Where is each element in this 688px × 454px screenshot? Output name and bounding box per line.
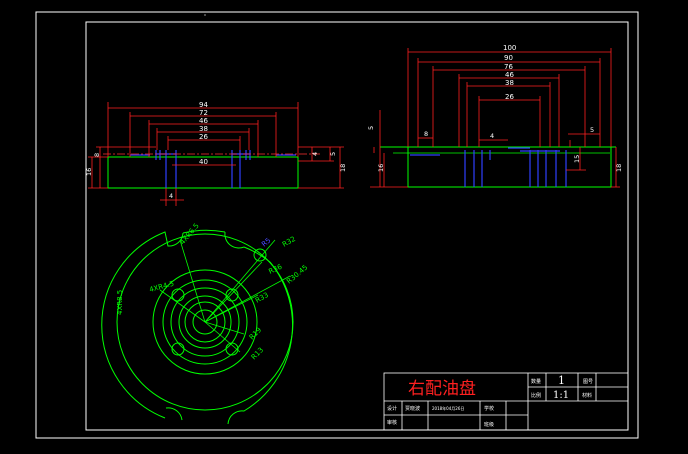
plan-label-4: R36: [267, 263, 283, 276]
side-dim-small-2: 4: [490, 132, 494, 140]
plan-label-2: R5: [260, 236, 272, 248]
front-dim-2: 72: [199, 109, 208, 117]
scale-label: 比例: [531, 392, 541, 399]
designer-label: 设计: [387, 405, 397, 412]
scale-value: 1:1: [553, 390, 569, 401]
side-dim-2: 90: [504, 54, 513, 62]
plan-label-6: R33: [254, 291, 270, 305]
side-dim-left-1: 5: [367, 126, 375, 130]
plan-view: 4XR6.5 R5 R32 R36 R30.45 R33 4XR8.5 4XR4…: [101, 222, 309, 425]
designer-name: 贾晓波: [405, 405, 420, 412]
side-dim-3: 76: [504, 63, 513, 71]
front-dim-6: 40: [199, 158, 208, 166]
front-dim-3: 46: [199, 117, 208, 125]
cad-drawing: 94 72 46 38 26 40 8 16 4 5 18 4 100 90 7…: [35, 11, 639, 439]
sheet-label: 图号: [583, 379, 593, 385]
design-date: 2018年04月26日: [432, 405, 464, 411]
side-dim-5: 38: [505, 79, 514, 87]
front-dim-4: 38: [199, 125, 208, 133]
front-dim-1: 94: [199, 101, 208, 109]
plan-label-9: R19: [248, 326, 263, 341]
front-dim-right-2: 5: [329, 152, 337, 156]
school-label: 学校: [484, 405, 494, 412]
front-dim-right-3: 18: [339, 164, 347, 172]
front-view: 94 72 46 38 26 40 8 16 4 5 18 4: [85, 101, 347, 206]
side-dim-left-2: 16: [377, 164, 385, 172]
plan-label-3: R32: [281, 235, 297, 249]
plan-label-10: R13: [250, 346, 265, 361]
side-dim-1: 100: [503, 44, 516, 52]
front-dim-left-1: 8: [93, 153, 101, 157]
side-dim-right-1: 15: [573, 155, 581, 163]
side-dim-small-3: 5: [590, 126, 594, 134]
side-dim-4: 46: [505, 71, 514, 79]
side-dim-right-2: 18: [615, 164, 623, 172]
material-label: 材料: [582, 392, 592, 399]
side-dim-small-1: 8: [424, 130, 428, 138]
inner-border: [85, 21, 629, 431]
side-view: 100 90 76 46 38 26 8 4 5 5 16 15 18: [367, 44, 623, 188]
side-dim-6: 26: [505, 93, 514, 101]
plan-label-8: 4XR4.5: [148, 280, 174, 294]
front-dim-bottom: 4: [169, 192, 173, 200]
qty-label: 数量: [531, 378, 541, 385]
class-label: 班级: [484, 421, 494, 428]
plan-label-7: 4XR8.5: [116, 290, 124, 315]
qty-value: 1: [558, 374, 565, 387]
checker-label: 审核: [387, 419, 397, 426]
plan-label-5: R30.45: [285, 263, 309, 285]
part-name-title: 右配油盘: [408, 379, 476, 399]
outer-border: [35, 11, 639, 439]
front-dim-left-2: 16: [85, 168, 93, 176]
front-dim-right-1: 4: [311, 152, 319, 156]
front-dim-5: 26: [199, 133, 208, 141]
